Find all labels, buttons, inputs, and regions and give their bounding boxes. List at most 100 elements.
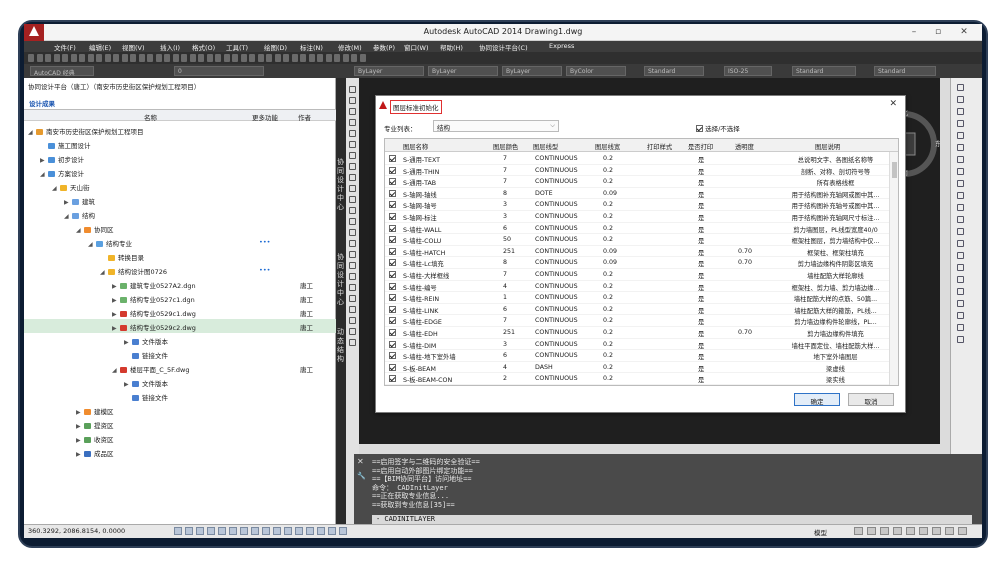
status-right-button[interactable] <box>906 527 915 535</box>
draw-tool-icon[interactable] <box>349 185 356 192</box>
layer-row[interactable]: S-板-BEAM 4 DASH 0.2 是 梁虚线 <box>385 362 890 374</box>
modify-tool-icon[interactable] <box>957 168 964 175</box>
toolbar-button[interactable] <box>300 54 306 62</box>
tree-row[interactable]: ▶ 结构专业0529c2.dwg 唐工 <box>24 319 336 333</box>
layer-row[interactable]: S-墙柱-WALL 6 CONTINUOUS 0.2 是 剪力墙图层，PL线型宽度40/0 <box>385 223 890 235</box>
menu-item-4[interactable]: 格式(O) <box>192 42 215 52</box>
select-all-toggle[interactable]: 选择/不选择 <box>696 123 740 133</box>
draw-tool-icon[interactable] <box>349 295 356 302</box>
plotstyle-select[interactable]: ByColor <box>566 66 626 76</box>
modify-tool-icon[interactable] <box>957 204 964 211</box>
modify-tool-icon[interactable] <box>957 132 964 139</box>
mleaderstyle-select[interactable]: Standard <box>874 66 936 76</box>
linetype-select[interactable]: ByLayer <box>428 66 498 76</box>
draw-tool-icon[interactable] <box>349 196 356 203</box>
menu-item-13[interactable]: Express <box>549 42 574 50</box>
draw-tool-icon[interactable] <box>349 97 356 104</box>
dialog-close-button[interactable]: ✕ <box>889 99 897 109</box>
modify-tool-icon[interactable] <box>957 288 964 295</box>
layer-row[interactable]: S-墙柱-地下室外墙 6 CONTINUOUS 0.2 是 地下室外墙图层 <box>385 350 890 362</box>
layer-row[interactable]: S-轴网-轴号 3 CONTINUOUS 0.2 是 用于结构图补充轴号或图中其... <box>385 199 890 211</box>
layer-row[interactable]: S-墙柱-Lc填充 8 CONTINUOUS 0.09 是 0.70 剪力墙边缘构件阴影区填… <box>385 257 890 269</box>
layer-checkbox[interactable] <box>389 317 396 325</box>
tree-node[interactable]: ▶ 文件版本 <box>124 336 168 346</box>
toolbar-button[interactable] <box>45 54 51 62</box>
layer-checkbox[interactable] <box>389 259 396 267</box>
toolbar-button[interactable] <box>70 54 77 62</box>
tree-node[interactable]: ▶ 建模区 <box>76 406 114 416</box>
status-toggle-button[interactable] <box>339 527 347 535</box>
draw-tool-icon[interactable] <box>349 273 356 280</box>
status-toggle-button[interactable] <box>185 527 193 535</box>
toolbar-button[interactable] <box>155 54 162 62</box>
toolbar-button[interactable] <box>240 54 247 62</box>
expand-arrow-icon[interactable]: ◢ <box>64 213 72 220</box>
toolbar-button[interactable] <box>325 54 332 62</box>
status-toggle-button[interactable] <box>207 527 215 535</box>
layer-checkbox[interactable] <box>389 375 396 383</box>
status-toggle-button[interactable] <box>218 527 226 535</box>
modify-tool-icon[interactable] <box>957 324 964 331</box>
draw-tool-icon[interactable] <box>349 306 356 313</box>
tree-row[interactable]: ▶ 文件版本 <box>24 333 336 347</box>
tree-node[interactable]: ▶ 收资区 <box>76 434 114 444</box>
toolbar-button[interactable] <box>172 54 179 62</box>
toolbar-button[interactable] <box>104 54 111 62</box>
layer-checkbox[interactable] <box>389 340 396 348</box>
tree-node[interactable]: ▶ 结构专业0529c2.dwg <box>112 322 196 332</box>
tree-row[interactable]: ◢ 结构 <box>24 207 336 221</box>
status-right-button[interactable] <box>893 527 902 535</box>
toolbar-button[interactable] <box>223 54 230 62</box>
expand-arrow-icon[interactable]: ▶ <box>64 199 72 206</box>
menu-item-12[interactable]: 协同设计平台(C) <box>479 42 528 52</box>
status-toggle-button[interactable] <box>295 527 303 535</box>
status-right-button[interactable] <box>867 527 876 535</box>
model-tab[interactable]: 模型 <box>814 527 827 537</box>
modify-tool-icon[interactable] <box>957 144 964 151</box>
draw-tool-icon[interactable] <box>349 251 356 258</box>
layer-row[interactable]: S-轴网-轴线 8 DOTE 0.09 是 用于结构图补充轴网或图中其... <box>385 188 890 200</box>
modify-tool-icon[interactable] <box>957 276 964 283</box>
spec-select[interactable]: 结构 ⌵ <box>433 120 559 132</box>
layer-checkbox[interactable] <box>389 363 396 371</box>
textstyle-select[interactable]: Standard <box>644 66 704 76</box>
tree-row[interactable]: 链接文件 <box>24 347 336 361</box>
expand-arrow-icon[interactable]: ▶ <box>76 437 84 444</box>
status-right-button[interactable] <box>880 527 889 535</box>
modify-tool-icon[interactable] <box>957 336 964 343</box>
tree-row[interactable]: 施工图设计 <box>24 137 336 151</box>
tree-node[interactable]: ◢ 南安市历史街区保护规划工程项目 <box>28 126 144 136</box>
draw-tool-icon[interactable] <box>349 339 356 346</box>
tree-node[interactable]: 链接文件 <box>124 350 168 360</box>
draw-tool-icon[interactable] <box>349 240 356 247</box>
layer-row[interactable]: S-墙柱-HATCH 251 CONTINUOUS 0.09 是 0.70 框架柱、框架柱填… <box>385 246 890 258</box>
layer-row[interactable]: S-墙柱-EDH 251 CONTINUOUS 0.2 是 0.70 剪力墙边缘构件填充 <box>385 327 890 339</box>
horizontal-scrollbar[interactable] <box>359 444 950 454</box>
expand-arrow-icon[interactable]: ◢ <box>40 171 48 178</box>
tree-row[interactable]: ▶ 建筑 <box>24 193 336 207</box>
tree-node[interactable]: ▶ 结构专业0527c1.dgn <box>112 294 195 304</box>
expand-arrow-icon[interactable]: ▶ <box>124 381 132 388</box>
modify-tool-icon[interactable] <box>957 216 964 223</box>
modify-tool-icon[interactable] <box>957 84 964 91</box>
tree-node[interactable]: ▶ 建筑 <box>64 196 95 206</box>
status-right-button[interactable] <box>932 527 941 535</box>
tree-row[interactable]: 链接文件 <box>24 389 336 403</box>
toolbar-button[interactable] <box>87 54 94 62</box>
layer-checkbox[interactable] <box>389 247 396 255</box>
draw-tool-icon[interactable] <box>349 218 356 225</box>
tree-node[interactable]: ▶ 初步设计 <box>40 154 84 164</box>
modify-tool-icon[interactable] <box>957 264 964 271</box>
tree-row[interactable]: ▶ 建模区 <box>24 403 336 417</box>
menu-item-9[interactable]: 参数(P) <box>373 42 395 52</box>
tree-row[interactable]: ◢ 楼层平面_C_5F.dwg 唐工 <box>24 361 336 375</box>
menu-item-11[interactable]: 帮助(H) <box>440 42 463 52</box>
status-toggle-button[interactable] <box>196 527 204 535</box>
draw-tool-icon[interactable] <box>349 119 356 126</box>
layer-checkbox[interactable] <box>389 271 396 278</box>
status-toggle-button[interactable] <box>240 527 248 535</box>
side-label-c[interactable]: 动态结构 <box>337 328 345 364</box>
tree-node[interactable]: ◢ 协同区 <box>76 224 114 234</box>
draw-tool-icon[interactable] <box>349 207 356 214</box>
draw-tool-icon[interactable] <box>349 328 356 335</box>
